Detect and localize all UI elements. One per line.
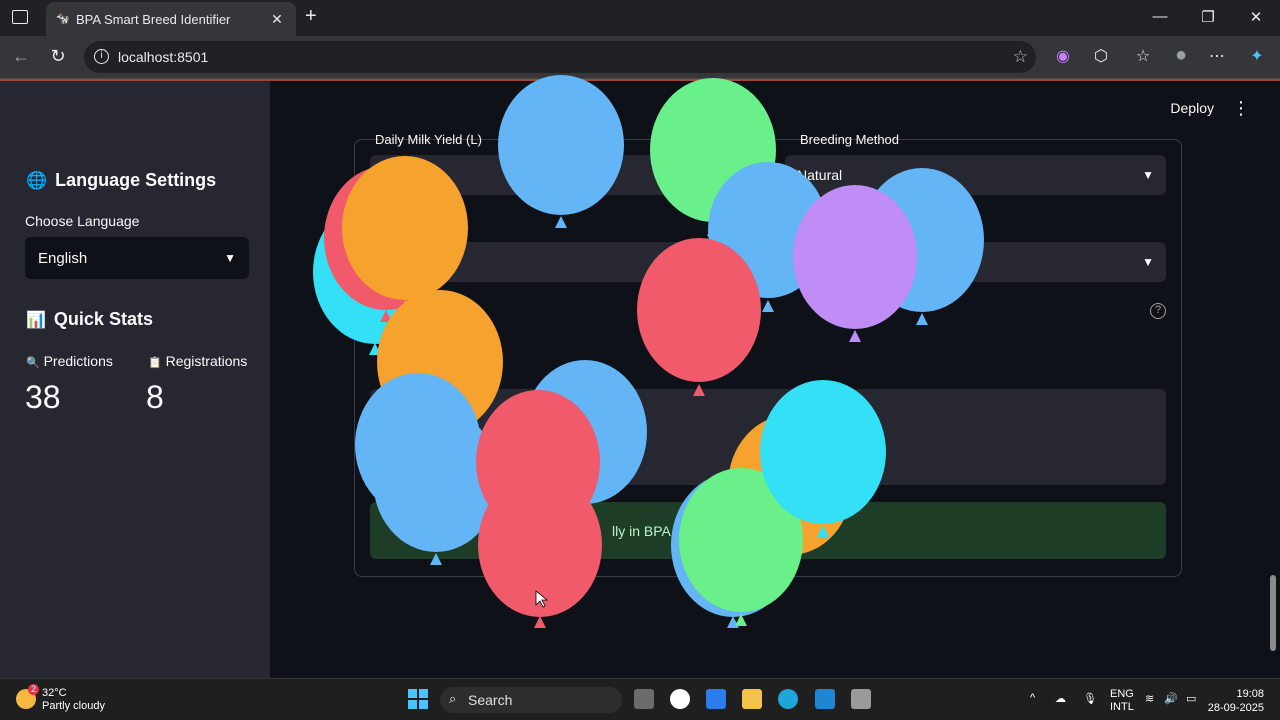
magnifier-icon: 🔍 (26, 357, 40, 369)
extensions-icon[interactable]: ⬡ (1090, 46, 1112, 66)
close-window-icon[interactable]: ✕ (1246, 8, 1266, 26)
clipboard-icon: 📋 (148, 357, 162, 369)
scrollbar[interactable] (1270, 575, 1276, 651)
cattle-icon: 🐄 (56, 13, 70, 25)
weather-badge: 2 (28, 684, 40, 695)
deploy-button[interactable]: Deploy (1170, 100, 1214, 116)
wifi-icon[interactable]: ≋ (1145, 692, 1154, 705)
chevron-down-icon: ▼ (224, 251, 236, 265)
predictions-label: 🔍 Predictions (26, 353, 113, 369)
snipping-tool-icon[interactable] (851, 689, 871, 709)
dell-icon[interactable] (670, 689, 690, 709)
reload-icon[interactable]: ↻ (47, 46, 69, 67)
taskbar: 2 32°C Partly cloudy ⌕ Search ^ ☁ 🎙 ENG … (0, 678, 1280, 720)
taskbar-search[interactable]: ⌕ Search (440, 687, 622, 713)
breeding-method-value: Natural (797, 167, 843, 183)
new-tab-icon[interactable]: + (305, 5, 317, 28)
main-content: Deploy ⋮ Daily Milk Yield (L) Breeding M… (270, 81, 1280, 678)
weather-desc: Partly cloudy (42, 700, 105, 712)
copilot-sidebar-icon[interactable]: ✦ (1246, 46, 1268, 66)
predictions-value: 38 (25, 379, 61, 415)
volume-icon[interactable]: 🔊 (1164, 692, 1178, 705)
browser-tab[interactable]: 🐄 BPA Smart Breed Identifier ✕ (46, 2, 296, 36)
main-menu-icon[interactable]: ⋮ (1232, 98, 1250, 119)
registrations-value: 8 (146, 379, 164, 415)
search-icon: ⌕ (449, 691, 457, 706)
vscode-icon[interactable] (815, 689, 835, 709)
browser-nav-bar: ← ↻ i localhost:8501 ☆ (0, 36, 1280, 79)
sidebar: 🌐 Language Settings Choose Language Engl… (0, 81, 270, 678)
registration-form: Daily Milk Yield (L) Breeding Method Nat… (354, 132, 1182, 577)
breeding-method-label: Breeding Method (800, 132, 900, 147)
chevron-down-icon: ▼ (1142, 255, 1154, 269)
milk-yield-label: Daily Milk Yield (L) (375, 132, 482, 147)
copilot-icon[interactable]: ◉ (1052, 46, 1074, 66)
success-message: lly in BPA (370, 502, 1166, 559)
date: 28-09-2025 (1207, 702, 1264, 714)
search-placeholder: Search (468, 692, 513, 708)
weather-temp: 32°C (42, 687, 67, 699)
battery-icon[interactable]: ▭ (1186, 692, 1196, 705)
choose-language-label: Choose Language (25, 213, 140, 229)
chevron-down-icon: ▼ (1142, 168, 1154, 182)
favorites-icon[interactable]: ☆ (1132, 46, 1154, 66)
site-info-icon[interactable]: i (94, 49, 109, 64)
address-bar[interactable]: i localhost:8501 ☆ (84, 41, 1036, 73)
microphone-icon[interactable]: 🎙 (1083, 692, 1097, 705)
language-indicator[interactable]: ENG INTL (1110, 688, 1134, 714)
window-menu-icon[interactable] (12, 10, 28, 24)
language-settings-heading: 🌐 Language Settings (26, 170, 217, 190)
windows-start-icon[interactable] (408, 689, 428, 709)
language-select[interactable]: English ▼ (25, 237, 249, 279)
notes-label: Notes (375, 305, 409, 320)
back-icon[interactable]: ← (10, 46, 32, 67)
registrations-label: 📋 Registrations (148, 353, 248, 369)
url-text: localhost:8501 (118, 49, 209, 65)
restore-icon[interactable]: ❐ (1198, 8, 1218, 26)
profile-avatar-icon[interactable]: ● (1170, 44, 1192, 67)
globe-icon: 🌐 (26, 170, 48, 190)
breeding-method-select[interactable]: Natural ▼ (785, 155, 1166, 195)
clock[interactable]: 19:08 28-09-2025 (1208, 687, 1264, 715)
chart-icon: 📊 (26, 311, 46, 329)
edge-icon[interactable] (778, 689, 798, 709)
bookmark-star-icon[interactable]: ☆ (1013, 47, 1028, 67)
minimize-icon[interactable]: — (1150, 8, 1170, 25)
language-select-value: English (38, 249, 88, 267)
browser-tab-bar: 🐄 BPA Smart Breed Identifier ✕ + — ❐ ✕ (0, 0, 1280, 36)
task-view-icon[interactable] (634, 689, 654, 709)
browser-menu-icon[interactable]: ⋯ (1206, 46, 1228, 66)
close-tab-icon[interactable]: ✕ (268, 11, 286, 28)
number-label: Number (375, 217, 422, 232)
tab-title: BPA Smart Breed Identifier (76, 11, 231, 27)
help-icon[interactable]: ? (1150, 303, 1166, 319)
milk-yield-input[interactable] (370, 155, 750, 195)
number-select[interactable]: ▼ (370, 242, 1166, 282)
quick-stats-heading: 📊 Quick Stats (26, 309, 153, 329)
store-icon[interactable] (706, 689, 726, 709)
notes-textarea[interactable] (370, 389, 1166, 485)
file-explorer-icon[interactable] (742, 689, 762, 709)
onedrive-icon[interactable]: ☁ (1055, 692, 1066, 705)
chevron-up-icon[interactable]: ^ (1030, 692, 1035, 704)
time: 19:08 (1236, 688, 1264, 700)
